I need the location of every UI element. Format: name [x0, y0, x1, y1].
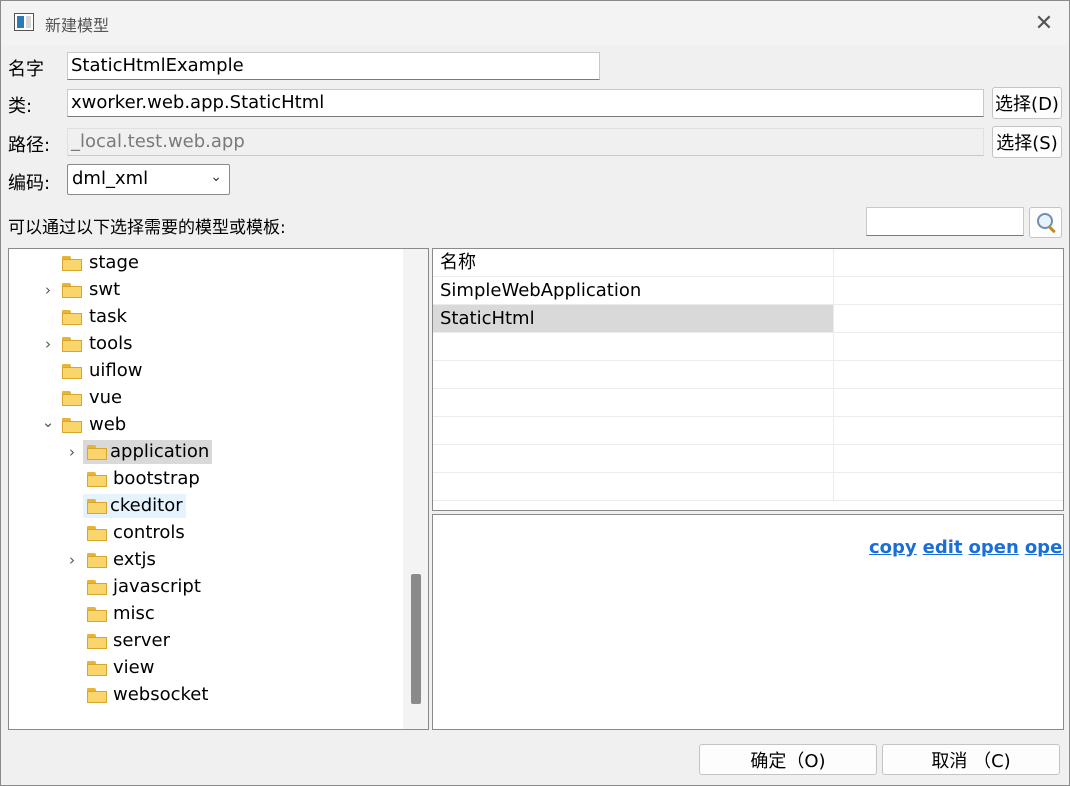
new-model-dialog: 新建模型 ✕ 名字 StaticHtmlExample 类: xworker.w…	[0, 0, 1070, 786]
close-icon: ✕	[1034, 10, 1054, 36]
folder-icon	[62, 364, 82, 379]
tree-scrollbar-thumb[interactable]	[411, 574, 421, 704]
table-row-empty	[433, 417, 1063, 445]
chevron-right-icon[interactable]: ›	[41, 278, 55, 302]
close-button[interactable]: ✕	[1019, 1, 1069, 45]
name-input[interactable]: StaticHtmlExample	[67, 52, 600, 80]
title-bar: 新建模型 ✕	[1, 1, 1069, 45]
folder-icon	[87, 688, 107, 703]
folder-icon	[62, 310, 82, 325]
model-info-panel: copy edit open openr	[432, 514, 1064, 730]
table-row-empty	[433, 361, 1063, 389]
window-title: 新建模型	[45, 16, 110, 35]
search-button[interactable]	[1029, 207, 1062, 238]
folder-icon	[62, 418, 82, 433]
table-row-empty	[433, 445, 1063, 473]
edit-link[interactable]: edit	[923, 537, 963, 558]
chevron-down-icon: ⌄	[210, 169, 222, 185]
select-path-button[interactable]: 选择(S)	[992, 126, 1062, 158]
folder-icon	[87, 526, 107, 541]
folder-icon	[62, 283, 82, 298]
folder-icon	[87, 580, 107, 595]
folder-icon	[62, 337, 82, 352]
table-header: 名称	[433, 249, 1063, 277]
cancel-button[interactable]: 取消 （C)	[882, 744, 1060, 775]
chevron-right-icon[interactable]: ›	[65, 440, 79, 464]
model-tree[interactable]: stage › swt task › tools uiflow vue ⌄ we…	[8, 248, 429, 730]
openr-link[interactable]: openr	[1025, 537, 1063, 558]
chevron-right-icon[interactable]: ›	[41, 332, 55, 356]
column-header-name[interactable]: 名称	[433, 249, 834, 276]
class-label: 类:	[8, 96, 33, 117]
encoding-value: dml_xml	[72, 168, 149, 189]
open-link[interactable]: open	[969, 537, 1019, 558]
folder-icon	[87, 661, 107, 676]
select-class-button[interactable]: 选择(D)	[992, 87, 1062, 119]
app-icon	[14, 13, 34, 31]
chevron-down-icon[interactable]: ⌄	[41, 410, 55, 434]
path-input: _local.test.web.app	[67, 128, 984, 156]
folder-icon	[87, 553, 107, 568]
ok-button[interactable]: 确定（O)	[699, 744, 877, 775]
filter-input[interactable]	[866, 207, 1024, 236]
model-hint: 可以通过以下选择需要的模型或模板:	[8, 218, 286, 238]
path-label: 路径:	[8, 135, 51, 156]
folder-icon	[62, 256, 82, 271]
model-table[interactable]: 名称 SimpleWebApplication StaticHtml	[432, 248, 1064, 511]
encoding-select[interactable]: dml_xml ⌄	[67, 164, 230, 195]
table-row-empty	[433, 333, 1063, 361]
tree-scrollbar[interactable]	[403, 249, 428, 729]
table-row[interactable]: SimpleWebApplication	[433, 277, 1063, 305]
table-row-empty	[433, 389, 1063, 417]
chevron-right-icon[interactable]: ›	[65, 548, 79, 572]
folder-icon	[87, 445, 107, 460]
table-row-selected[interactable]: StaticHtml	[433, 305, 1063, 333]
table-row-empty	[433, 473, 1063, 501]
copy-link[interactable]: copy	[869, 537, 917, 558]
action-links: copy edit open openr	[869, 537, 1063, 558]
encoding-label: 编码:	[8, 173, 51, 194]
folder-icon	[87, 634, 107, 649]
folder-icon	[87, 607, 107, 622]
folder-icon	[62, 391, 82, 406]
folder-icon	[87, 499, 107, 514]
class-input[interactable]: xworker.web.app.StaticHtml	[67, 89, 984, 117]
name-label: 名字	[8, 59, 44, 80]
folder-icon	[87, 472, 107, 487]
